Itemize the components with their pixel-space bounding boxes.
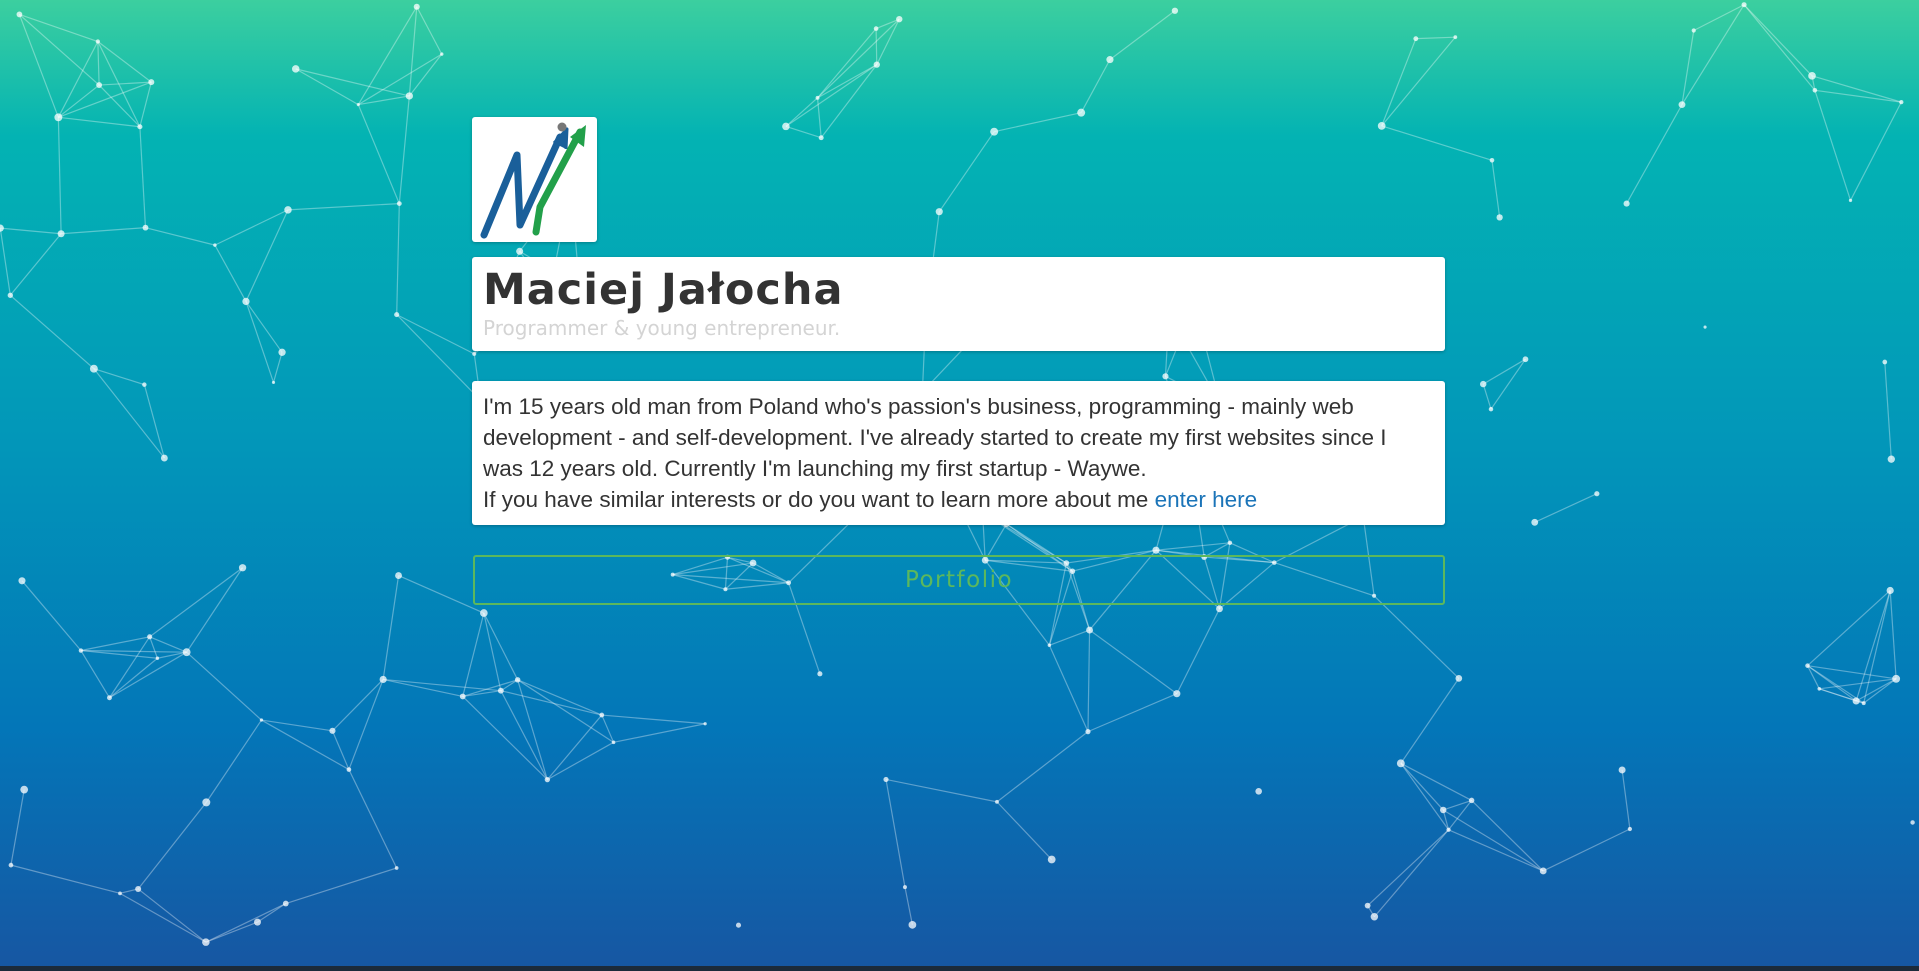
bottom-edge-bar: [0, 966, 1919, 971]
portfolio-button[interactable]: Portfolio: [473, 555, 1445, 605]
bio-line: I'm 15 years old man from Poland who's p…: [483, 394, 1354, 419]
bio-cta-text: If you have similar interests or do you …: [483, 487, 1149, 512]
profile-subtitle: Programmer & young entrepreneur.: [483, 316, 841, 340]
bio-line: development - and self-development. I've…: [483, 425, 1387, 450]
enter-here-link[interactable]: enter here: [1155, 487, 1258, 512]
profile-header-card: Maciej Jałocha Programmer & young entrep…: [472, 257, 1445, 351]
bio-cta: If you have similar interests or do you …: [483, 484, 1434, 515]
bio-card: I'm 15 years old man from Poland who's p…: [472, 381, 1445, 525]
bio-line: was 12 years old. Currently I'm launchin…: [483, 456, 1147, 481]
mj-logo-icon: [480, 122, 586, 239]
profile-name: Maciej Jałocha: [483, 265, 844, 315]
site-logo[interactable]: [472, 117, 597, 242]
